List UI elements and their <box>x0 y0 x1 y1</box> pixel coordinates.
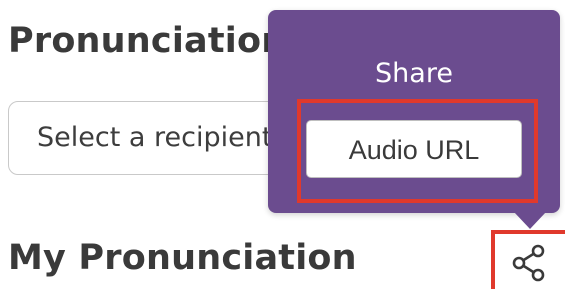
share-popover: Share Audio URL <box>268 10 560 213</box>
popover-arrow <box>514 212 546 229</box>
share-icon <box>512 244 545 282</box>
my-pronunciation-title: My Pronunciation <box>8 238 357 278</box>
pronunciation-page: Pronunciation Select a recipient My Pron… <box>0 0 565 289</box>
share-popover-title: Share <box>375 58 453 89</box>
audio-url-button[interactable]: Audio URL <box>306 120 522 178</box>
share-button[interactable] <box>491 230 565 289</box>
section-title-pronunciation: Pronunciation <box>8 21 287 61</box>
